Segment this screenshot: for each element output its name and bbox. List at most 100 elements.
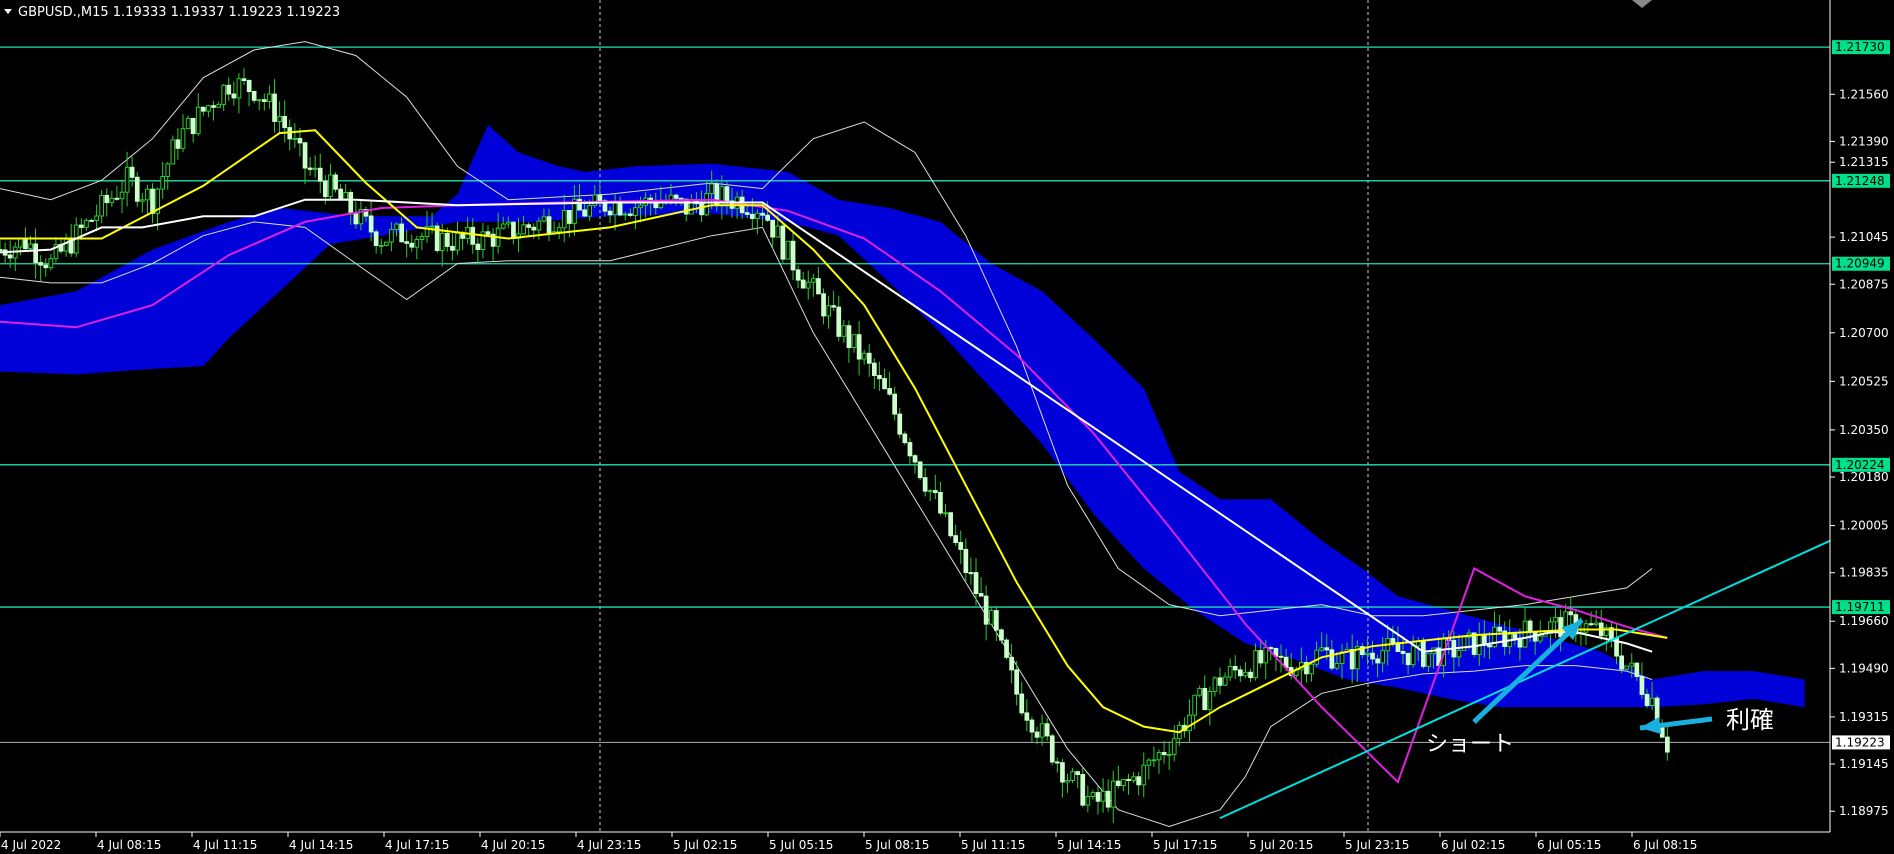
candle-body	[511, 221, 516, 239]
candle-body	[119, 191, 125, 200]
candle-body	[180, 128, 186, 149]
candle-body	[1136, 776, 1142, 786]
candle-body	[968, 572, 974, 575]
time-tick-label: 4 Jul 17:15	[385, 838, 449, 852]
candle-body	[851, 334, 857, 349]
candle-body	[445, 232, 450, 247]
candle-body	[1070, 771, 1076, 782]
candle-body	[597, 194, 603, 202]
candle-body	[526, 224, 531, 228]
candle-body	[256, 99, 262, 102]
candle-body	[368, 215, 374, 233]
candle-body	[114, 197, 120, 200]
candle-body	[1593, 622, 1599, 626]
candle-body	[1014, 669, 1019, 695]
level-price-label: 1.21730	[1835, 40, 1885, 54]
candle-body	[953, 535, 958, 544]
candle-body	[262, 99, 267, 102]
candle-body	[678, 197, 684, 200]
candle-body	[592, 194, 598, 206]
candle-body	[129, 166, 135, 178]
price-tick-label: 1.20700	[1839, 326, 1889, 340]
candle-body	[394, 223, 399, 231]
candle-body	[561, 210, 567, 229]
candle-body	[1644, 693, 1650, 707]
candle-body	[861, 352, 867, 360]
candle-body	[770, 219, 775, 238]
candle-body	[612, 201, 618, 216]
candle-body	[7, 254, 13, 259]
candle-body	[1060, 762, 1065, 783]
candle-body	[160, 176, 166, 190]
candle-body	[541, 216, 547, 222]
candle-body	[1278, 655, 1284, 658]
time-tick-label: 6 Jul 05:15	[1537, 838, 1601, 852]
candle-body	[312, 167, 318, 170]
candle-body	[882, 378, 887, 390]
price-tick-label: 1.18975	[1839, 804, 1889, 818]
candle-body	[399, 223, 404, 243]
candle-body	[1588, 623, 1594, 626]
candle-body	[958, 542, 964, 550]
candle-body	[1222, 676, 1228, 686]
candle-body	[1207, 690, 1213, 711]
candle-body	[1243, 671, 1248, 677]
candle-body	[724, 186, 730, 202]
candle-body	[1227, 666, 1233, 678]
candle-body	[1258, 650, 1264, 664]
candle-body	[302, 142, 308, 169]
candle-body	[297, 138, 303, 144]
time-tick-label: 4 Jul 20:15	[481, 838, 545, 852]
candle-body	[607, 210, 613, 216]
candle-body	[800, 279, 806, 289]
candle-body	[1004, 639, 1009, 658]
candle-body	[190, 117, 196, 135]
candle-body	[470, 226, 476, 245]
candle-body	[760, 212, 765, 216]
candle-body	[1217, 677, 1223, 686]
candle-body	[816, 278, 821, 295]
candle-body	[1126, 779, 1131, 781]
candle-body	[307, 167, 313, 170]
candle-body	[1192, 694, 1198, 716]
price-tick-label: 1.20005	[1839, 519, 1889, 533]
candle-body	[1487, 644, 1492, 648]
candle-body	[948, 512, 953, 537]
candle-body	[521, 224, 526, 235]
candle-body	[1248, 671, 1253, 679]
candle-body	[790, 240, 796, 271]
candle-body	[1131, 776, 1137, 781]
candle-body	[241, 78, 247, 82]
candle-body	[1639, 675, 1645, 695]
candle-body	[1314, 649, 1320, 665]
chart[interactable]: ショート 利確 1.21560 1.21390 1.21315 1.21045 1.2087…	[0, 0, 1894, 854]
candle-body	[988, 610, 994, 625]
candle-body	[323, 180, 328, 198]
candle-body	[1558, 617, 1564, 638]
candle-body	[765, 214, 770, 221]
candle-body	[1039, 723, 1045, 738]
candle-body	[277, 116, 282, 122]
candle-body	[1212, 677, 1218, 692]
candle-body	[170, 139, 176, 165]
level-price-label: 1.20949	[1835, 257, 1885, 271]
candle-body	[1624, 665, 1630, 670]
candle-body	[1080, 774, 1086, 806]
candle-body	[582, 209, 587, 217]
candle-body	[628, 213, 633, 216]
candle-body	[500, 223, 506, 229]
candle-body	[251, 91, 257, 101]
price-chart[interactable]: ショート 利確 1.21560 1.21390 1.21315 1.21045 1.2087…	[0, 0, 1894, 854]
candle-body	[1634, 662, 1640, 678]
candle-body	[1319, 647, 1325, 651]
candle-body	[902, 433, 908, 444]
candle-body	[195, 106, 201, 135]
time-tick-label: 5 Jul 14:15	[1057, 838, 1121, 852]
candle-body	[1649, 697, 1655, 707]
candle-body	[1146, 759, 1152, 766]
short-annotation: ショート	[1426, 732, 1514, 757]
time-tick-label: 5 Jul 11:15	[961, 838, 1025, 852]
candle-body	[531, 226, 537, 231]
candle-body	[429, 225, 435, 228]
candle-body	[338, 188, 343, 200]
